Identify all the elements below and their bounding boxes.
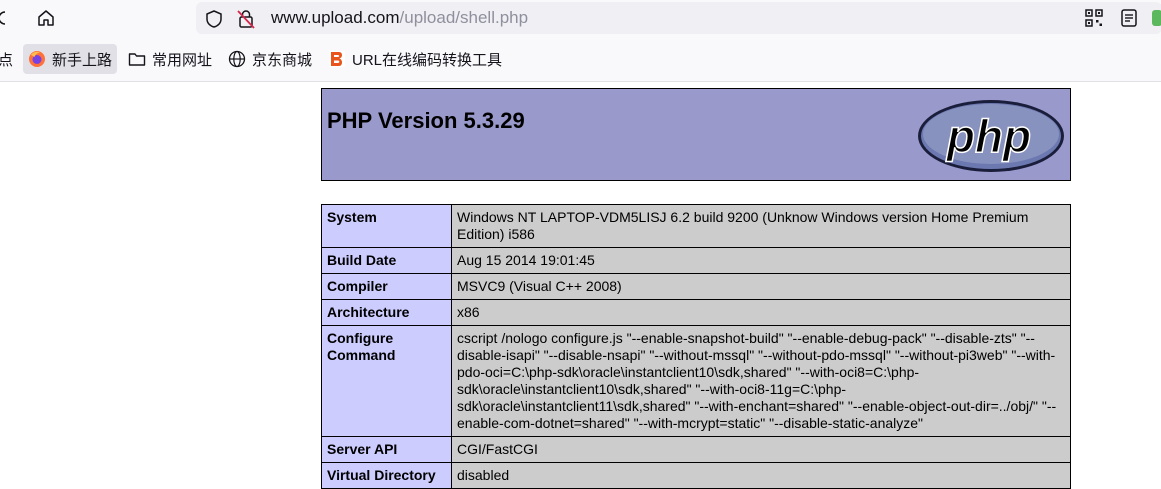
reader-view-icon[interactable] [1120, 8, 1138, 28]
folder-icon [128, 51, 146, 67]
globe-icon [228, 50, 246, 68]
row-key: Build Date [321, 247, 452, 274]
insecure-lock-icon[interactable] [236, 8, 256, 30]
tool-logo-icon [328, 50, 346, 68]
page-title: PHP Version 5.3.29 [327, 108, 525, 133]
table-row: Architecture x86 [321, 299, 1071, 326]
row-key: Configure Command [321, 325, 452, 437]
row-value: cscript /nologo configure.js "--enable-s… [451, 325, 1071, 437]
browser-toolbar: www.upload.com/upload/shell.php [0, 0, 1161, 37]
table-row: Compiler MSVC9 (Visual C++ 2008) [321, 273, 1071, 300]
reload-button[interactable] [0, 6, 12, 30]
row-value: Windows NT LAPTOP-VDM5LISJ 6.2 build 920… [451, 204, 1071, 248]
row-value: CGI/FastCGI [451, 436, 1071, 463]
firefox-icon [28, 50, 46, 68]
row-key: Architecture [321, 299, 452, 326]
phpinfo-header: PHP Version 5.3.29 php [321, 88, 1071, 181]
extension-icon[interactable] [1152, 10, 1161, 26]
table-row: Server API CGI/FastCGI [321, 436, 1071, 463]
shield-icon[interactable] [204, 9, 224, 29]
table-row: Configure Command cscript /nologo config… [321, 325, 1071, 437]
home-button[interactable] [34, 6, 58, 30]
url-text[interactable]: www.upload.com/upload/shell.php [271, 8, 528, 28]
bookmark-label: URL在线编码转换工具 [352, 51, 503, 69]
address-bar[interactable]: www.upload.com/upload/shell.php [196, 2, 1161, 34]
table-row: System Windows NT LAPTOP-VDM5LISJ 6.2 bu… [321, 204, 1071, 248]
bookmark-label: 常用网址 [152, 51, 213, 69]
row-value: Aug 15 2014 19:01:45 [451, 247, 1071, 274]
row-value: MSVC9 (Visual C++ 2008) [451, 273, 1071, 300]
row-key: System [321, 204, 452, 248]
url-host: www.upload.com [271, 8, 400, 27]
bookmark-getting-started[interactable]: 新手上路 [23, 44, 118, 74]
bookmarks-toolbar: 点 新手上路 常用网址 京东商城 URL在线编码转换工具 [0, 37, 1161, 82]
bookmark-jd-mall[interactable]: 京东商城 [228, 44, 312, 74]
row-value: x86 [451, 299, 1071, 326]
php-logo-text: php [945, 110, 1031, 162]
bookmark-label: 新手上路 [52, 51, 113, 69]
bookmark-folder-common-sites[interactable]: 常用网址 [128, 44, 212, 74]
phpinfo-table: System Windows NT LAPTOP-VDM5LISJ 6.2 bu… [321, 204, 1071, 489]
bookmark-label: 京东商城 [252, 51, 313, 69]
bookmark-partial[interactable]: 点 [0, 44, 13, 74]
row-key: Compiler [321, 273, 452, 300]
bookmark-label: 点 [0, 51, 14, 69]
qr-code-icon[interactable] [1084, 8, 1104, 28]
bookmark-url-encode-tool[interactable]: URL在线编码转换工具 [328, 44, 502, 74]
php-logo[interactable]: php [916, 98, 1066, 174]
url-path: /upload/shell.php [399, 8, 529, 27]
table-row: Build Date Aug 15 2014 19:01:45 [321, 247, 1071, 274]
reload-icon [0, 11, 6, 25]
row-key: Server API [321, 436, 452, 463]
home-icon [38, 10, 54, 26]
